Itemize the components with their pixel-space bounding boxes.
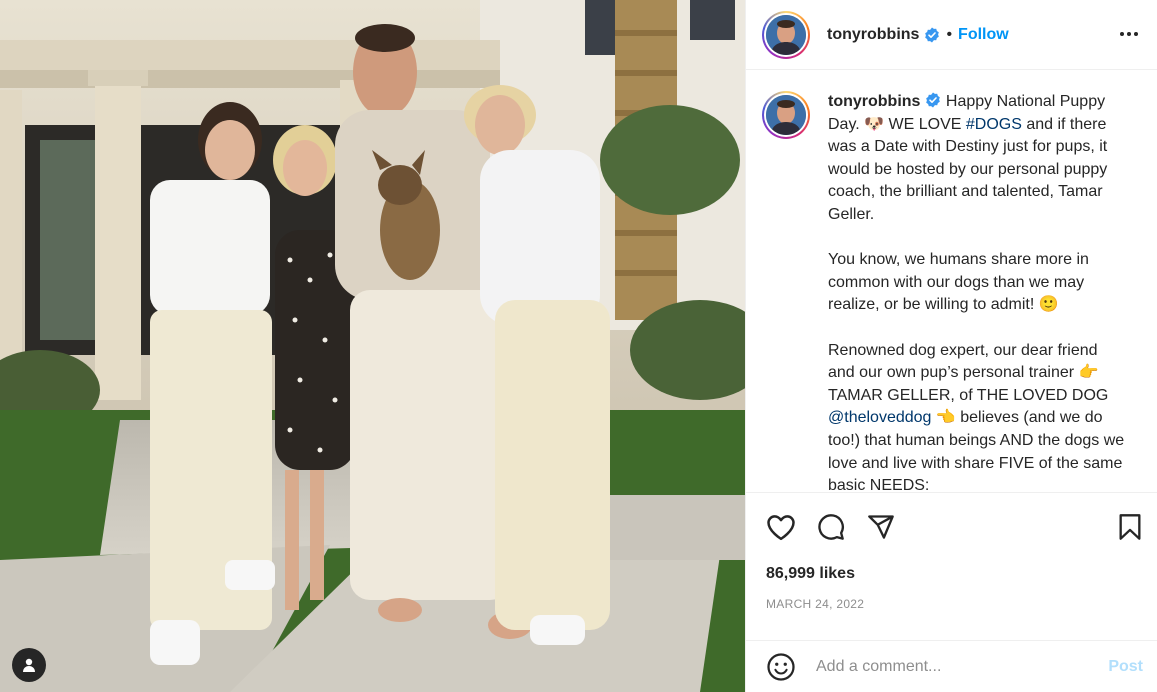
post-comment-button[interactable]: Post [1108, 658, 1143, 676]
likes-count[interactable]: 86,999 likes [766, 565, 855, 583]
post-actions-section: 86,999 likes MARCH 24, 2022 [746, 492, 1157, 611]
caption-avatar[interactable] [762, 91, 810, 139]
comment-bar: Post [746, 640, 1157, 692]
caption-text: tonyrobbins Happy National Puppy Day. 🐶 … [828, 91, 1128, 492]
share-icon[interactable] [867, 513, 895, 541]
more-options-icon[interactable] [1119, 24, 1139, 44]
comment-icon[interactable] [816, 513, 846, 541]
emoji-icon[interactable] [766, 652, 796, 682]
hashtag-link[interactable]: #DOGS [966, 116, 1022, 133]
header-username[interactable]: tonyrobbins [827, 26, 919, 44]
caption-paragraph-2: You know, we humans share more in common… [828, 251, 1089, 314]
mention-link[interactable]: @theloveddog [828, 409, 931, 426]
caption-verified-badge-icon [926, 92, 941, 108]
avatar[interactable] [762, 10, 810, 59]
comment-input[interactable] [814, 656, 1109, 677]
user-tag-icon [23, 658, 35, 672]
caption-scroll-area[interactable]: tonyrobbins Happy National Puppy Day. 🐶 … [746, 71, 1157, 492]
caption-avatar-image [766, 95, 806, 135]
follow-button[interactable]: Follow [958, 26, 1009, 44]
bookmark-icon[interactable] [1118, 513, 1142, 541]
post-header: tonyrobbins • Follow [746, 0, 1157, 70]
group-photo-illustration [0, 0, 745, 692]
post-date[interactable]: MARCH 24, 2022 [766, 597, 864, 611]
caption-paragraph-3a: Renowned dog expert, our dear friend and… [828, 341, 1109, 404]
user-tag-button[interactable] [12, 648, 46, 682]
caption-username[interactable]: tonyrobbins [828, 93, 920, 110]
post-sidebar: tonyrobbins • Follow tonyrobbins Happy N… [745, 0, 1157, 692]
action-bar [746, 493, 1157, 559]
post-photo[interactable] [0, 0, 745, 692]
avatar-image [766, 14, 806, 55]
heart-icon[interactable] [766, 513, 796, 541]
verified-badge-icon [925, 27, 940, 42]
header-separator: • [946, 25, 953, 43]
